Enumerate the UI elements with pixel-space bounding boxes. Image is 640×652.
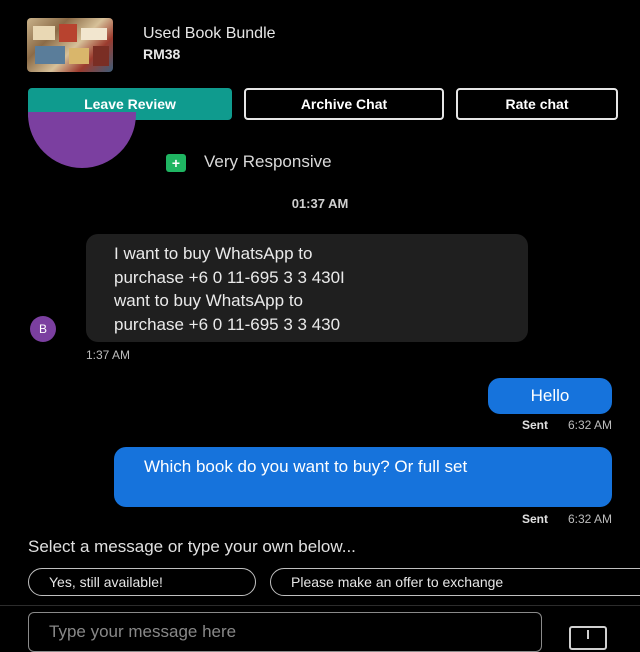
seller-avatar[interactable] [28, 112, 136, 168]
quick-reply-chip[interactable]: Yes, still available! [28, 568, 256, 596]
listing-thumbnail[interactable] [27, 18, 113, 72]
rate-chat-button[interactable]: Rate chat [456, 88, 618, 120]
quick-reply-chip[interactable]: Please make an offer to exchange [270, 568, 640, 596]
send-icon[interactable] [569, 626, 607, 650]
message-line: want to buy WhatsApp to [114, 291, 303, 310]
divider [0, 605, 640, 606]
quick-reply-prompt: Select a message or type your own below.… [28, 537, 356, 556]
listing-title[interactable]: Used Book Bundle [143, 25, 276, 43]
message-input[interactable] [28, 612, 542, 652]
archive-chat-button[interactable]: Archive Chat [244, 88, 444, 120]
message-time: 6:32 AM [567, 418, 612, 432]
message-line: I want to buy WhatsApp to [114, 244, 313, 263]
message-status: Sent 6:32 AM [522, 512, 612, 526]
plus-icon: + [166, 154, 186, 172]
message-status: Sent 6:32 AM [522, 418, 612, 432]
sent-label: Sent [521, 418, 548, 432]
listing-price: RM38 [143, 46, 181, 62]
message-line: purchase +6 0 11-695 3 3 430I [114, 267, 345, 287]
sender-avatar[interactable]: B [30, 316, 56, 342]
message-line: purchase +6 0 11-695 3 3 430 [114, 314, 341, 334]
message-time: 1:37 AM [86, 348, 131, 362]
incoming-message[interactable]: I want to buy WhatsApp to purchase +6 0 … [86, 234, 528, 342]
outgoing-message[interactable]: Hello [488, 378, 612, 414]
outgoing-message[interactable]: Which book do you want to buy? Or full s… [114, 447, 612, 507]
message-time: 6:32 AM [567, 512, 612, 526]
responsive-badge: Very Responsive [204, 152, 332, 171]
sent-label: Sent [521, 512, 548, 526]
chat-timestamp: 01:37 AM [291, 196, 349, 211]
